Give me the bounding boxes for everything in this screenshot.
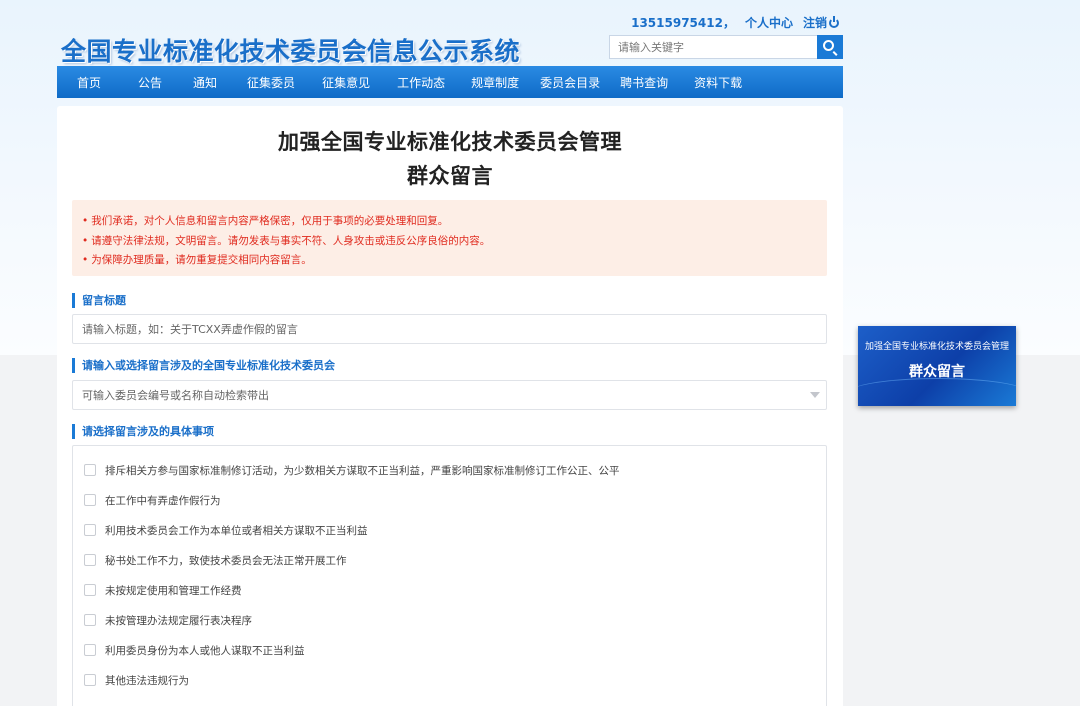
search-box xyxy=(609,35,843,59)
nav-item-committee-directory[interactable]: 委员会目录 xyxy=(540,74,600,91)
matter-option-label: 利用委员身份为本人或他人谋取不正当利益 xyxy=(105,644,305,657)
section-label-committee: 请输入或选择留言涉及的全国专业标准化技术委员会 xyxy=(72,358,335,373)
matter-option[interactable]: 未按管理办法规定履行表决程序 xyxy=(84,612,252,628)
checkbox[interactable] xyxy=(84,554,96,566)
matter-option-label: 在工作中有弄虚作假行为 xyxy=(105,494,221,507)
chevron-down-icon[interactable] xyxy=(810,392,820,398)
matter-option[interactable]: 利用技术委员会工作为本单位或者相关方谋取不正当利益 xyxy=(84,522,368,538)
matter-option-label: 其他违法违规行为 xyxy=(105,674,189,687)
logout-label: 注销 xyxy=(802,16,827,30)
checkbox[interactable] xyxy=(84,614,96,626)
notice-item: 为保障办理质量，请勿重复提交相同内容留言。 xyxy=(82,251,817,271)
nav-item-notice[interactable]: 通知 xyxy=(193,74,217,91)
nav-item-downloads[interactable]: 资料下载 xyxy=(694,74,742,91)
checkbox[interactable] xyxy=(84,644,96,656)
nav-item-announcement[interactable]: 公告 xyxy=(138,74,162,91)
form-title-line1: 加强全国专业标准化技术委员会管理 xyxy=(278,130,622,154)
title-input[interactable] xyxy=(72,314,827,344)
site-header: 全国专业标准化技术委员会信息公示系统 13515975412， 个人中心 注销 xyxy=(57,0,843,66)
section-label-title: 留言标题 xyxy=(72,293,126,308)
checkbox[interactable] xyxy=(84,524,96,536)
checkbox[interactable] xyxy=(84,674,96,686)
nav-item-opinion-collection[interactable]: 征集意见 xyxy=(322,74,370,91)
form-title-line2: 群众留言 xyxy=(407,164,493,188)
nav-item-home[interactable]: 首页 xyxy=(77,74,101,91)
logout-link[interactable]: 注销 xyxy=(803,14,839,31)
matter-option[interactable]: 其他违法违规行为 xyxy=(84,672,189,688)
nav-item-work-news[interactable]: 工作动态 xyxy=(397,74,445,91)
user-phone: 13515975412， xyxy=(631,16,735,30)
checkbox[interactable] xyxy=(84,584,96,596)
search-icon xyxy=(823,40,834,51)
decorative-wave xyxy=(858,378,1016,406)
matter-option-label: 未按规定使用和管理工作经费 xyxy=(105,584,242,597)
power-icon xyxy=(829,16,839,28)
committee-select[interactable] xyxy=(72,380,827,410)
main-nav: 首页 公告 通知 征集委员 征集意见 工作动态 规章制度 委员会目录 聘书查询 … xyxy=(57,66,843,98)
matter-option-label: 秘书处工作不力，致使技术委员会无法正常开展工作 xyxy=(105,554,347,567)
nav-item-member-recruitment[interactable]: 征集委员 xyxy=(247,74,295,91)
matter-option-label: 排斥相关方参与国家标准制修订活动，为少数相关方谋取不正当利益，严重影响国家标准制… xyxy=(105,464,620,477)
matter-option[interactable]: 秘书处工作不力，致使技术委员会无法正常开展工作 xyxy=(84,552,347,568)
matter-option[interactable]: 在工作中有弄虚作假行为 xyxy=(84,492,221,508)
notice-item: 请遵守法律法规，文明留言。请勿发表与事实不符、人身攻击或违反公序良俗的内容。 xyxy=(82,232,817,252)
side-banner-line1: 加强全国专业标准化技术委员会管理 xyxy=(864,342,1009,352)
matter-option[interactable]: 利用委员身份为本人或他人谋取不正当利益 xyxy=(84,642,305,658)
search-button[interactable] xyxy=(817,35,843,59)
user-bar: 13515975412， 个人中心 注销 xyxy=(631,14,839,31)
checkbox[interactable] xyxy=(84,494,96,506)
matters-checkbox-group: 排斥相关方参与国家标准制修订活动，为少数相关方谋取不正当利益，严重影响国家标准制… xyxy=(72,445,827,706)
site-title: 全国专业标准化技术委员会信息公示系统 xyxy=(61,37,521,66)
feedback-side-banner[interactable]: 加强全国专业标准化技术委员会管理 群众留言 xyxy=(858,326,1016,406)
feedback-form-card: 加强全国专业标准化技术委员会管理 群众留言 我们承诺，对个人信息和留言内容严格保… xyxy=(57,106,843,706)
notice-box: 我们承诺，对个人信息和留言内容严格保密，仅用于事项的必要处理和回复。 请遵守法律… xyxy=(72,200,827,276)
checkbox[interactable] xyxy=(84,464,96,476)
personal-center-link[interactable]: 个人中心 xyxy=(745,14,793,31)
search-input[interactable] xyxy=(609,35,817,59)
matter-option-label: 未按管理办法规定履行表决程序 xyxy=(105,614,252,627)
notice-item: 我们承诺，对个人信息和留言内容严格保密，仅用于事项的必要处理和回复。 xyxy=(82,212,817,232)
nav-item-certificate-query[interactable]: 聘书查询 xyxy=(620,74,668,91)
nav-item-regulations[interactable]: 规章制度 xyxy=(471,74,519,91)
section-label-matters: 请选择留言涉及的具体事项 xyxy=(72,424,214,439)
matter-option-label: 利用技术委员会工作为本单位或者相关方谋取不正当利益 xyxy=(105,524,368,537)
matter-option[interactable]: 未按规定使用和管理工作经费 xyxy=(84,582,242,598)
matter-option[interactable]: 排斥相关方参与国家标准制修订活动，为少数相关方谋取不正当利益，严重影响国家标准制… xyxy=(84,462,620,478)
